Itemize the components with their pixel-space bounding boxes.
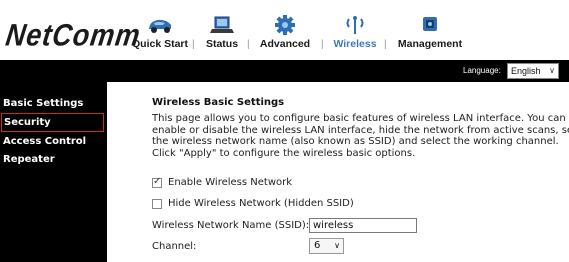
sidebar-item-security[interactable]: Security — [1, 113, 104, 132]
sidebar-item-basic-settings[interactable]: Basic Settings — [0, 94, 105, 113]
sidebar-item-access-control[interactable]: Access Control — [0, 132, 105, 151]
nav-management[interactable]: Management — [392, 0, 468, 60]
laptop-icon — [208, 14, 236, 36]
hide-ssid-checkbox[interactable] — [152, 199, 162, 209]
nav-label: Advanced — [259, 38, 311, 50]
nav-separator: | — [247, 39, 250, 50]
channel-label: Channel: — [152, 241, 197, 252]
nav-label: Quick Start — [131, 38, 189, 50]
car-icon — [146, 14, 174, 36]
nav-wireless[interactable]: Wireless — [330, 0, 380, 60]
wireless-icon — [341, 14, 369, 36]
netcomm-logo: NetComm — [3, 17, 144, 53]
sidebar-item-repeater[interactable]: Repeater — [0, 150, 105, 169]
nav-status[interactable]: Status — [200, 0, 244, 60]
chevron-down-icon: ∨ — [549, 66, 555, 75]
enable-wireless-label: Enable Wireless Network — [168, 177, 293, 188]
nav-label: Status — [205, 38, 239, 50]
ssid-label: Wireless Network Name (SSID): — [152, 220, 310, 231]
channel-value: 6 — [314, 240, 321, 251]
nav-label: Management — [397, 38, 463, 50]
gear-icon — [271, 14, 299, 36]
chevron-down-icon: ∨ — [334, 241, 340, 250]
channel-select[interactable]: 6 ∨ — [309, 238, 344, 254]
page-description: This page allows you to configure basic … — [152, 113, 569, 159]
ssid-input[interactable]: wireless — [309, 218, 417, 233]
header: NetComm Quick Start | Status | Advanced … — [0, 0, 569, 60]
sidebar-item-label: Security — [4, 117, 51, 128]
nav-separator: | — [384, 39, 387, 50]
language-select[interactable]: English ∨ — [507, 63, 559, 79]
nav-advanced[interactable]: Advanced — [254, 0, 316, 60]
hide-ssid-label: Hide Wireless Network (Hidden SSID) — [168, 198, 354, 209]
nav-quick-start[interactable]: Quick Start — [130, 0, 190, 60]
page-title: Wireless Basic Settings — [152, 97, 285, 108]
top-bar: Language: English ∨ — [0, 60, 569, 82]
nav-separator: | — [192, 39, 195, 50]
sidebar-item-label: Access Control — [3, 136, 87, 147]
nav-label: Wireless — [333, 38, 377, 50]
language-value: English — [511, 66, 541, 76]
management-icon — [416, 14, 444, 36]
main-content: Wireless Basic Settings This page allows… — [107, 82, 569, 262]
sidebar-item-label: Basic Settings — [3, 98, 84, 109]
nav-separator: | — [321, 39, 324, 50]
enable-wireless-checkbox[interactable] — [152, 176, 162, 188]
sidebar: Basic Settings Security Access Control R… — [0, 82, 107, 262]
sidebar-item-label: Repeater — [3, 154, 55, 165]
ssid-value: wireless — [313, 220, 354, 231]
language-label: Language: — [463, 66, 501, 75]
